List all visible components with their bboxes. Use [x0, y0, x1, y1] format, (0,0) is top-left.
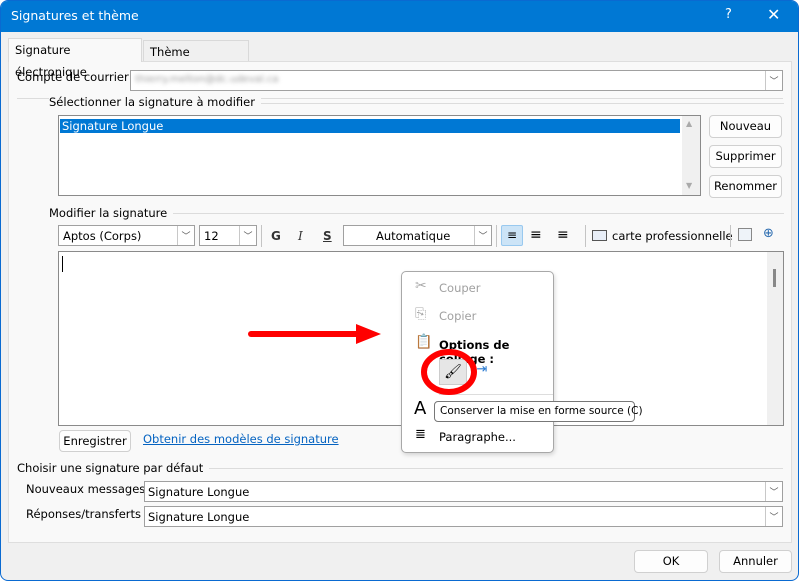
- color-value: Automatique: [376, 229, 451, 243]
- new-messages-value: Signature Longue: [148, 485, 250, 499]
- separator: [496, 225, 497, 247]
- account-value: thierry.melton@dc.udeval.ca: [135, 74, 279, 85]
- window-title: Signatures et thème: [11, 8, 139, 23]
- button-label: Renommer: [713, 179, 778, 193]
- title-bar: Signatures et thème ? ✕: [1, 1, 798, 32]
- font-select[interactable]: Aptos (Corps) ﹀: [58, 225, 195, 246]
- insert-hyperlink-icon[interactable]: ⊕: [763, 226, 774, 241]
- save-button[interactable]: Enregistrer: [59, 430, 131, 452]
- tooltip: Conserver la mise en forme source (C): [434, 401, 643, 422]
- copy-icon: ⎘: [415, 306, 427, 322]
- delete-button[interactable]: Supprimer: [709, 145, 782, 168]
- chevron-down-icon[interactable]: ﹀: [765, 482, 782, 501]
- help-button[interactable]: ?: [725, 7, 732, 22]
- replies-value: Signature Longue: [148, 510, 250, 524]
- separator: [730, 225, 731, 247]
- cancel-button[interactable]: Annuler: [719, 550, 792, 573]
- ok-button[interactable]: OK: [634, 550, 708, 573]
- chevron-down-icon[interactable]: ﹀: [177, 226, 194, 245]
- new-button[interactable]: Nouveau: [709, 115, 782, 138]
- tab-label: Signature électronique: [15, 43, 87, 79]
- circle-mark: [421, 349, 477, 395]
- editor-scrollbar[interactable]: [767, 252, 783, 425]
- signature-list-item-selected[interactable]: Signature Longue: [60, 119, 680, 133]
- align-left-button[interactable]: ≡: [501, 225, 523, 246]
- scroll-down-icon[interactable]: ▼: [686, 181, 692, 190]
- arrow-head: [356, 324, 381, 344]
- menu-item-copy[interactable]: Copier: [439, 309, 476, 323]
- font-icon[interactable]: A: [414, 398, 426, 419]
- align-center-button[interactable]: ≡: [530, 227, 542, 243]
- signature-list[interactable]: Signature Longue ▲ ▼: [58, 115, 701, 196]
- button-label: Supprimer: [715, 149, 776, 163]
- underline-button[interactable]: S: [323, 229, 332, 243]
- italic-button[interactable]: I: [298, 229, 303, 243]
- align-right-button[interactable]: ≡: [557, 227, 569, 243]
- tab-theme-personnel[interactable]: Thème personnel: [143, 40, 249, 81]
- paragraph-icon: ≣: [415, 427, 426, 442]
- chevron-down-icon[interactable]: ﹀: [765, 71, 782, 90]
- button-label: OK: [662, 554, 680, 568]
- red-circle-annotation: [421, 349, 477, 395]
- red-arrow-annotation: [248, 324, 381, 344]
- align-left-icon: ≡: [506, 228, 518, 242]
- scroll-up-icon[interactable]: ▲: [686, 119, 692, 128]
- separator: [261, 225, 262, 247]
- replies-label: Réponses/transferts :: [26, 507, 149, 521]
- bold-button[interactable]: G: [271, 229, 281, 243]
- scrollbar-thumb[interactable]: [773, 269, 776, 287]
- chevron-down-icon[interactable]: ﹀: [474, 226, 491, 245]
- button-label: Annuler: [733, 554, 778, 568]
- edit-signature-label: Modifier la signature: [49, 206, 174, 220]
- separator: [585, 225, 586, 247]
- button-label: Enregistrer: [63, 434, 127, 448]
- text-cursor: [62, 256, 63, 272]
- replies-select[interactable]: Signature Longue ﹀: [144, 506, 783, 527]
- select-signature-label: Sélectionner la signature à modifier: [49, 95, 261, 109]
- new-messages-select[interactable]: Signature Longue ﹀: [144, 481, 783, 502]
- size-select[interactable]: 12 ﹀: [199, 225, 257, 246]
- signatures-dialog: Signatures et thème ? ✕ Signature électr…: [0, 0, 799, 581]
- size-value: 12: [204, 229, 219, 243]
- account-select[interactable]: thierry.melton@dc.udeval.ca ﹀: [130, 70, 783, 91]
- list-scrollbar[interactable]: ▲ ▼: [682, 116, 700, 195]
- templates-link[interactable]: Obtenir des modèles de signature: [143, 432, 339, 446]
- chevron-down-icon[interactable]: ﹀: [239, 226, 256, 245]
- tab-signature-electronique[interactable]: Signature électronique: [8, 38, 142, 79]
- scissors-icon: ✂: [415, 278, 427, 294]
- new-messages-label: Nouveaux messages :: [26, 482, 153, 496]
- menu-item-cut[interactable]: Couper: [439, 281, 480, 295]
- close-button[interactable]: ✕: [767, 5, 780, 24]
- rename-button[interactable]: Renommer: [709, 175, 782, 198]
- menu-item-paragraph[interactable]: Paragraphe...: [439, 430, 516, 444]
- font-value: Aptos (Corps): [63, 229, 142, 243]
- business-card-icon: [592, 230, 607, 241]
- color-select[interactable]: Automatique ﹀: [343, 225, 492, 246]
- chevron-down-icon[interactable]: ﹀: [765, 507, 782, 526]
- business-card-label: carte professionnelle: [612, 229, 733, 243]
- insert-picture-icon[interactable]: [738, 228, 752, 241]
- defaults-label: Choisir une signature par défaut: [17, 461, 210, 475]
- button-label: Nouveau: [719, 119, 772, 133]
